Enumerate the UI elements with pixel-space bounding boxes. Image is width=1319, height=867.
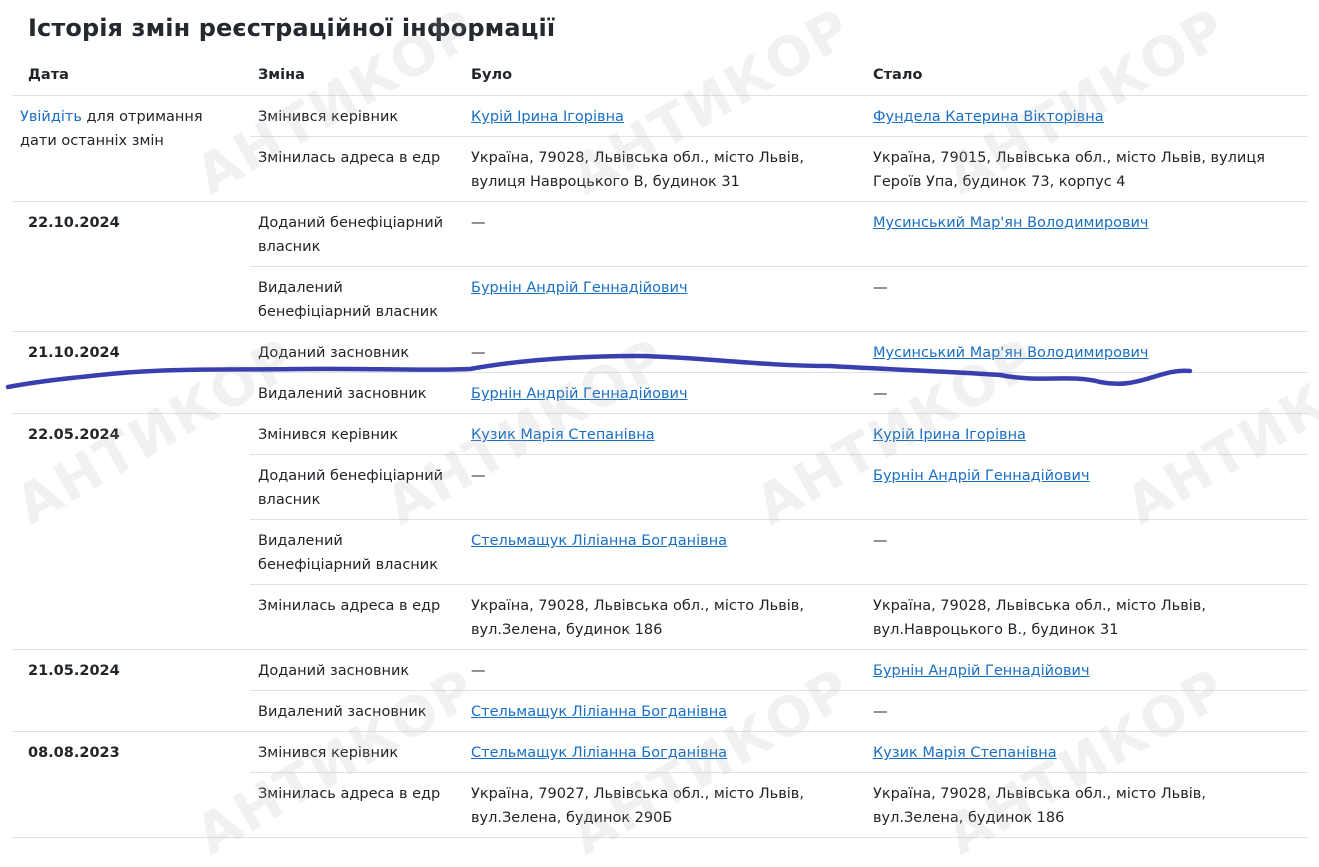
login-link[interactable]: Увійдіть — [20, 109, 82, 125]
after-value-cell: Курій Ірина Ігорівна — [865, 413, 1308, 455]
before-value-cell: Курій Ірина Ігорівна — [463, 95, 865, 137]
before-value-cell: Україна, 79028, Львівська обл., місто Ль… — [463, 136, 865, 202]
date-cell-login-prompt: Увійдіть для отримання дати останніх змі… — [12, 95, 250, 202]
date-cell: 08.08.2023 — [12, 731, 250, 838]
change-type-cell: Змінився керівник — [250, 95, 463, 137]
after-person-link[interactable]: Фундела Катерина Вікторівна — [873, 109, 1104, 125]
after-value-text: Україна, 79028, Львівська обл., місто Ль… — [873, 786, 1206, 826]
after-person-link[interactable]: Курій Ірина Ігорівна — [873, 427, 1026, 443]
before-value-cell: Бурнін Андрій Геннадійович — [463, 266, 865, 332]
before-value-text: Україна, 79027, Львівська обл., місто Ль… — [471, 786, 804, 826]
before-value-text: Україна, 79028, Львівська обл., місто Ль… — [471, 150, 804, 190]
table-row: 21.10.2024 Доданий засновник — Мусинський М… — [12, 331, 1308, 414]
after-value-cell: Україна, 79028, Львівська обл., місто Ль… — [865, 772, 1308, 838]
after-value-cell: Фундела Катерина Вікторівна — [865, 95, 1308, 137]
date-cell: 22.05.2024 — [12, 413, 250, 650]
after-value-cell: Україна, 79028, Львівська обл., місто Ль… — [865, 584, 1308, 650]
before-person-link[interactable]: Стельмащук Ліліанна Богданівна — [471, 745, 727, 761]
after-value-text: — — [873, 704, 888, 720]
table-row: Увійдіть для отримання дати останніх змі… — [12, 95, 1308, 202]
after-person-link[interactable]: Кузик Марія Степанівна — [873, 745, 1057, 761]
after-value-cell: — — [865, 266, 1308, 332]
after-value-cell: Бурнін Андрій Геннадійович — [865, 649, 1308, 691]
after-person-link[interactable]: Бурнін Андрій Геннадійович — [873, 663, 1090, 679]
before-value-cell: — — [463, 201, 865, 267]
after-value-text: Україна, 79028, Львівська обл., місто Ль… — [873, 598, 1206, 638]
date-cell: 21.10.2024 — [12, 331, 250, 414]
change-type-cell: Видалений бенефіціарний власник — [250, 266, 463, 332]
change-type-cell: Змінилась адреса в едр — [250, 136, 463, 202]
table-row: 22.05.2024 Змінився керівник Кузик Марія С… — [12, 413, 1308, 650]
before-value-text: — — [471, 345, 486, 361]
before-person-link[interactable]: Стельмащук Ліліанна Богданівна — [471, 704, 727, 720]
header-date: Дата — [12, 55, 250, 96]
after-value-text: — — [873, 280, 888, 296]
header-change: Зміна — [250, 55, 463, 96]
after-value-cell: Мусинський Мар'ян Володимирович — [865, 331, 1308, 373]
table-row: 21.05.2024 Доданий засновник — Бурнін Андрі… — [12, 649, 1308, 732]
change-type-cell: Доданий бенефіціарний власник — [250, 454, 463, 520]
after-value-cell: — — [865, 372, 1308, 414]
before-value-cell: — — [463, 331, 865, 373]
change-type-cell: Змінився керівник — [250, 413, 463, 455]
before-value-cell: — — [463, 649, 865, 691]
before-person-link[interactable]: Стельмащук Ліліанна Богданівна — [471, 533, 727, 549]
after-value-cell: Мусинський Мар'ян Володимирович — [865, 201, 1308, 267]
before-value-text: — — [471, 663, 486, 679]
history-table-body: Увійдіть для отримання дати останніх змі… — [12, 95, 1308, 838]
change-type-cell: Доданий засновник — [250, 331, 463, 373]
before-value-cell: Кузик Марія Степанівна — [463, 413, 865, 455]
change-type-cell: Видалений засновник — [250, 690, 463, 732]
change-type-cell: Доданий засновник — [250, 649, 463, 691]
after-person-link[interactable]: Мусинський Мар'ян Володимирович — [873, 345, 1148, 361]
after-value-cell: — — [865, 690, 1308, 732]
before-person-link[interactable]: Бурнін Андрій Геннадійович — [471, 386, 688, 402]
change-type-cell: Змінилась адреса в едр — [250, 772, 463, 838]
after-person-link[interactable]: Бурнін Андрій Геннадійович — [873, 468, 1090, 484]
history-table: Дата Зміна Було Стало Увійдіть для отрим… — [12, 55, 1308, 838]
table-header-row: Дата Зміна Було Стало — [12, 55, 1308, 96]
after-value-cell: — — [865, 519, 1308, 585]
after-value-cell: Україна, 79015, Львівська обл., місто Ль… — [865, 136, 1308, 202]
table-row: 08.08.2023 Змінився керівник Стельмащук Лі… — [12, 731, 1308, 838]
date-cell: 21.05.2024 — [12, 649, 250, 732]
before-value-cell: Стельмащук Ліліанна Богданівна — [463, 519, 865, 585]
before-value-text: — — [471, 215, 486, 231]
before-person-link[interactable]: Курій Ірина Ігорівна — [471, 109, 624, 125]
after-value-cell: Бурнін Андрій Геннадійович — [865, 454, 1308, 520]
before-value-text: Україна, 79028, Львівська обл., місто Ль… — [471, 598, 804, 638]
date-cell: 22.10.2024 — [12, 201, 250, 332]
after-value-text: — — [873, 533, 888, 549]
before-value-cell: Бурнін Андрій Геннадійович — [463, 372, 865, 414]
before-person-link[interactable]: Бурнін Андрій Геннадійович — [471, 280, 688, 296]
before-person-link[interactable]: Кузик Марія Степанівна — [471, 427, 655, 443]
before-value-cell: — — [463, 454, 865, 520]
before-value-cell: Стельмащук Ліліанна Богданівна — [463, 731, 865, 773]
before-value-text: — — [471, 468, 486, 484]
before-value-cell: Україна, 79027, Львівська обл., місто Ль… — [463, 772, 865, 838]
after-value-text: — — [873, 386, 888, 402]
change-type-cell: Змінилась адреса в едр — [250, 584, 463, 650]
page-title: Історія змін реєстраційної інформації — [28, 14, 556, 42]
after-person-link[interactable]: Мусинський Мар'ян Володимирович — [873, 215, 1148, 231]
change-type-cell: Видалений засновник — [250, 372, 463, 414]
change-type-cell: Змінився керівник — [250, 731, 463, 773]
header-after: Стало — [865, 55, 1308, 96]
header-before: Було — [463, 55, 865, 96]
before-value-cell: Стельмащук Ліліанна Богданівна — [463, 690, 865, 732]
change-type-cell: Доданий бенефіціарний власник — [250, 201, 463, 267]
after-value-text: Україна, 79015, Львівська обл., місто Ль… — [873, 150, 1265, 190]
change-type-cell: Видалений бенефіціарний власник — [250, 519, 463, 585]
before-value-cell: Україна, 79028, Львівська обл., місто Ль… — [463, 584, 865, 650]
table-row: 22.10.2024 Доданий бенефіціарний власник —… — [12, 201, 1308, 332]
after-value-cell: Кузик Марія Степанівна — [865, 731, 1308, 773]
